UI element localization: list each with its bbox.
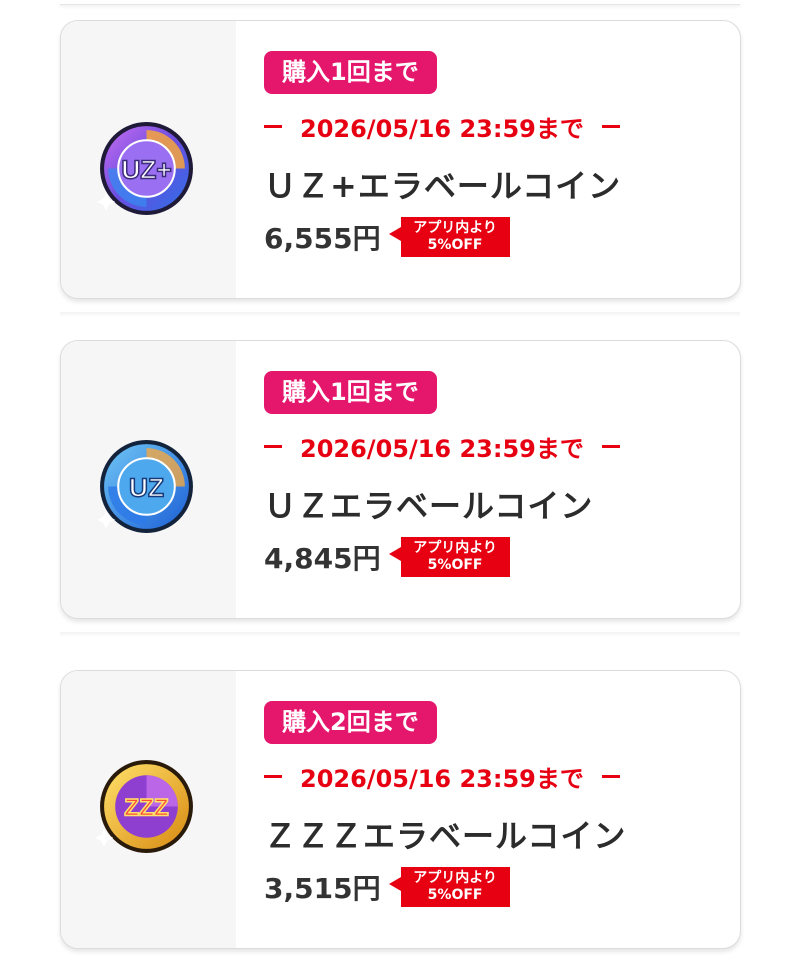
dash-left xyxy=(264,444,282,448)
price-row: 4,845円 アプリ内より 5%OFF xyxy=(264,537,510,577)
deadline-text: 2026/05/16 23:59まで xyxy=(300,434,584,463)
uz-plus-coin-icon: UZ+ xyxy=(97,122,193,215)
product-info: 購入2回まで 2026/05/16 23:59まで ＺＺＺエラベールコイン 3,… xyxy=(264,671,740,948)
price: 4,845円 xyxy=(264,542,381,575)
card-separator xyxy=(60,632,740,637)
discount-line2: 5%OFF xyxy=(427,557,483,573)
uz-coin-icon: UZ xyxy=(97,440,193,533)
price-row: 3,515円 アプリ内より 5%OFF xyxy=(264,867,510,907)
deadline-text: 2026/05/16 23:59まで xyxy=(300,114,584,143)
product-info: 購入1回まで 2026/05/16 23:59まで ＵＺ+エラベールコイン 6,… xyxy=(264,21,740,298)
product-icon-panel: ZZZ xyxy=(61,671,236,948)
product-info: 購入1回まで 2026/05/16 23:59まで ＵＺエラベールコイン 4,8… xyxy=(264,341,740,618)
dash-left xyxy=(264,774,282,778)
product-icon-panel: UZ xyxy=(61,341,236,618)
discount-line1: アプリ内より xyxy=(413,870,497,886)
svg-text:ZZZ: ZZZ xyxy=(124,795,169,822)
purchase-limit-badge: 購入1回まで xyxy=(264,371,437,414)
price: 3,515円 xyxy=(264,872,381,905)
discount-line2: 5%OFF xyxy=(427,887,483,903)
product-icon-panel: UZ+ xyxy=(61,21,236,298)
deadline-text: 2026/05/16 23:59まで xyxy=(300,764,584,793)
discount-tag: アプリ内より 5%OFF xyxy=(388,537,510,577)
dash-right xyxy=(601,444,620,448)
purchase-limit-badge: 購入2回まで xyxy=(264,701,437,744)
price-row: 6,555円 アプリ内より 5%OFF xyxy=(264,217,510,257)
product-name: ＺＺＺエラベールコイン xyxy=(264,817,627,855)
discount-tag: アプリ内より 5%OFF xyxy=(388,867,510,907)
card-separator xyxy=(60,312,740,317)
dash-right xyxy=(601,124,620,128)
discount-tag: アプリ内より 5%OFF xyxy=(388,217,510,257)
zzz-coin-icon: ZZZ xyxy=(96,760,193,853)
product-name: ＵＺ+エラベールコイン xyxy=(264,167,622,205)
product-name: ＵＺエラベールコイン xyxy=(264,487,594,525)
product-card-zzz[interactable]: ZZZ 購入2回まで 2026/05/16 23:59まで ＺＺＺエラベールコイ… xyxy=(60,670,741,949)
price: 6,555円 xyxy=(264,222,381,255)
purchase-limit-badge: 購入1回まで xyxy=(264,51,437,94)
dash-left xyxy=(264,124,282,128)
product-card-uz[interactable]: UZ 購入1回まで 2026/05/16 23:59まで ＵＺエラベールコイン … xyxy=(60,340,741,619)
discount-line1: アプリ内より xyxy=(413,540,497,556)
svg-text:UZ: UZ xyxy=(129,473,164,503)
dash-right xyxy=(601,774,620,778)
deadline-row: 2026/05/16 23:59まで xyxy=(264,109,620,143)
svg-text:UZ+: UZ+ xyxy=(121,155,171,185)
previous-card-edge xyxy=(60,0,740,5)
deadline-row: 2026/05/16 23:59まで xyxy=(264,429,620,463)
discount-line1: アプリ内より xyxy=(413,220,497,236)
product-card-uz-plus[interactable]: UZ+ 購入1回まで 2026/05/16 23:59まで ＵＺ+エラベールコイ… xyxy=(60,20,741,299)
deadline-row: 2026/05/16 23:59まで xyxy=(264,759,620,793)
discount-line2: 5%OFF xyxy=(427,237,483,253)
